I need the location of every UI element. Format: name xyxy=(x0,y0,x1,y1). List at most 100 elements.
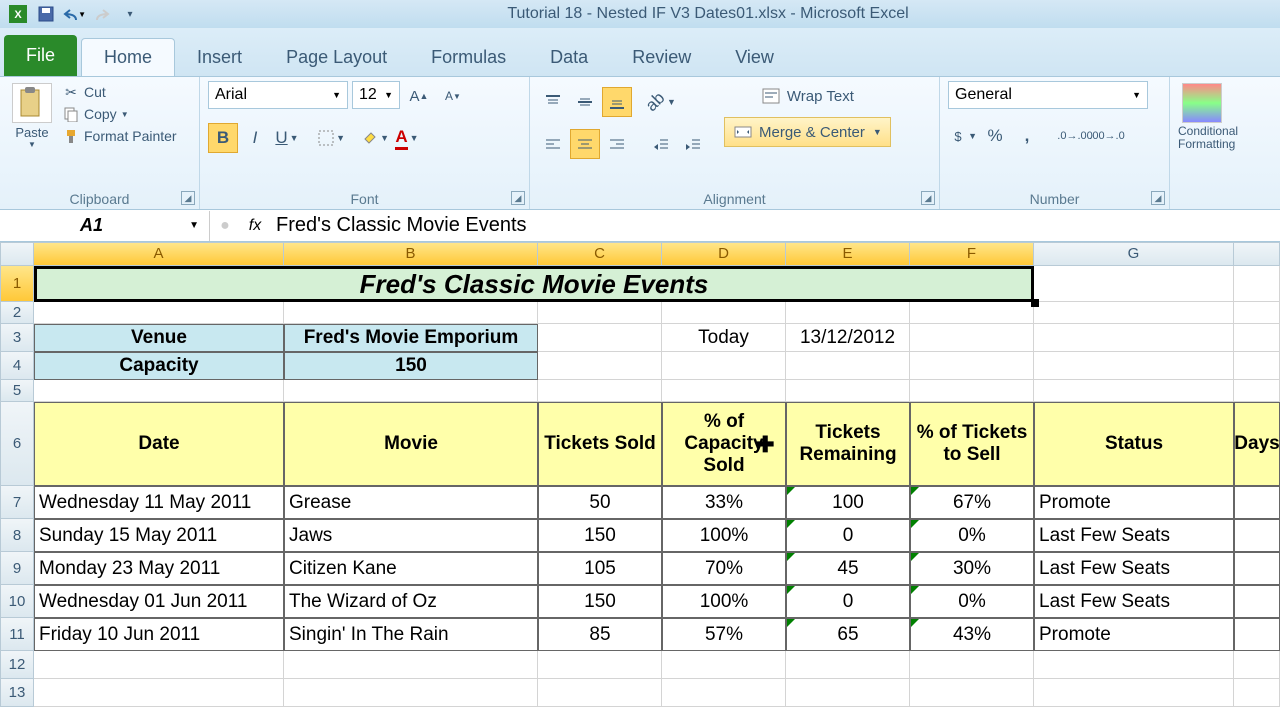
shrink-font-button[interactable]: A▼ xyxy=(438,81,468,111)
row-header-5[interactable]: 5 xyxy=(0,380,34,402)
cell-pct-sell[interactable]: 43% xyxy=(910,618,1034,651)
cell[interactable] xyxy=(1234,266,1280,302)
tab-data[interactable]: Data xyxy=(528,39,610,76)
comma-format-button[interactable]: , xyxy=(1012,121,1042,151)
cell-sold[interactable]: 50 xyxy=(538,486,662,519)
copy-button[interactable]: Copy▼ xyxy=(62,103,177,125)
cell-status[interactable]: Last Few Seats xyxy=(1034,585,1234,618)
align-top-button[interactable] xyxy=(538,87,568,117)
accounting-format-button[interactable]: $▼ xyxy=(948,121,978,151)
header-status[interactable]: Status xyxy=(1034,402,1234,486)
capacity-label[interactable]: Capacity xyxy=(34,352,284,380)
cell-status[interactable]: Promote xyxy=(1034,618,1234,651)
alignment-dialog-launcher[interactable]: ◢ xyxy=(921,191,935,205)
formula-input[interactable]: Fred's Classic Movie Events xyxy=(270,214,527,237)
col-header-a[interactable]: A xyxy=(34,242,284,266)
fill-handle[interactable] xyxy=(1031,299,1039,307)
decrease-indent-button[interactable] xyxy=(646,129,676,159)
cell-movie[interactable]: Singin' In The Rain xyxy=(284,618,538,651)
cell[interactable] xyxy=(1234,486,1280,519)
orientation-button[interactable]: ab▼ xyxy=(646,87,676,117)
tab-file[interactable]: File xyxy=(4,35,77,76)
cell[interactable] xyxy=(1234,585,1280,618)
name-box[interactable]: A1▼ xyxy=(0,211,210,241)
capacity-value[interactable]: 150 xyxy=(284,352,538,380)
qat-customize-icon[interactable]: ▾ xyxy=(118,3,142,25)
cell-remain[interactable]: 0 xyxy=(786,585,910,618)
cell-pct-sell[interactable]: 30% xyxy=(910,552,1034,585)
tab-formulas[interactable]: Formulas xyxy=(409,39,528,76)
align-right-button[interactable] xyxy=(602,129,632,159)
decrease-decimal-button[interactable]: .00→.0 xyxy=(1092,121,1122,151)
tab-insert[interactable]: Insert xyxy=(175,39,264,76)
row-header-10[interactable]: 10 xyxy=(0,585,34,618)
align-center-button[interactable] xyxy=(570,129,600,159)
cell-pct-cap[interactable]: 33% xyxy=(662,486,786,519)
font-name-dropdown[interactable]: Arial▼ xyxy=(208,81,348,109)
cell[interactable] xyxy=(1034,266,1234,302)
percent-format-button[interactable]: % xyxy=(980,121,1010,151)
cell-date[interactable]: Wednesday 11 May 2011 xyxy=(34,486,284,519)
font-color-button[interactable]: A▼ xyxy=(392,123,422,153)
undo-icon[interactable]: ▼ xyxy=(62,3,86,25)
cell[interactable] xyxy=(1234,618,1280,651)
header-date[interactable]: Date xyxy=(34,402,284,486)
cell-movie[interactable]: Grease xyxy=(284,486,538,519)
cell-pct-sell[interactable]: 0% xyxy=(910,585,1034,618)
excel-icon[interactable]: X xyxy=(6,3,30,25)
header-pct-cap[interactable]: % of Capacity Sold xyxy=(662,402,786,486)
row-header-13[interactable]: 13 xyxy=(0,679,34,707)
paste-button[interactable]: Paste ▼ xyxy=(8,81,56,205)
col-header-e[interactable]: E xyxy=(786,242,910,266)
tab-view[interactable]: View xyxy=(713,39,796,76)
tab-page-layout[interactable]: Page Layout xyxy=(264,39,409,76)
cell-status[interactable]: Promote xyxy=(1034,486,1234,519)
increase-indent-button[interactable] xyxy=(678,129,708,159)
cell-sold[interactable]: 150 xyxy=(538,519,662,552)
align-left-button[interactable] xyxy=(538,129,568,159)
cell[interactable] xyxy=(1234,519,1280,552)
title-cell[interactable]: Fred's Classic Movie Events xyxy=(34,266,1034,302)
cell-sold[interactable]: 105 xyxy=(538,552,662,585)
cell-remain[interactable]: 65 xyxy=(786,618,910,651)
tab-home[interactable]: Home xyxy=(81,38,175,76)
cell-date[interactable]: Monday 23 May 2011 xyxy=(34,552,284,585)
cut-button[interactable]: ✂Cut xyxy=(62,81,177,103)
borders-button[interactable]: ▼ xyxy=(316,123,346,153)
clipboard-dialog-launcher[interactable]: ◢ xyxy=(181,191,195,205)
number-dialog-launcher[interactable]: ◢ xyxy=(1151,191,1165,205)
select-all-corner[interactable] xyxy=(0,242,34,266)
cell-pct-cap[interactable]: 100% xyxy=(662,519,786,552)
venue-label[interactable]: Venue xyxy=(34,324,284,352)
cell-status[interactable]: Last Few Seats xyxy=(1034,552,1234,585)
cell-remain[interactable]: 0 xyxy=(786,519,910,552)
format-painter-button[interactable]: Format Painter xyxy=(62,125,177,147)
fill-color-button[interactable]: ▼ xyxy=(360,123,390,153)
cell[interactable] xyxy=(1234,552,1280,585)
cell-pct-sell[interactable]: 0% xyxy=(910,519,1034,552)
font-dialog-launcher[interactable]: ◢ xyxy=(511,191,525,205)
venue-value[interactable]: Fred's Movie Emporium xyxy=(284,324,538,352)
italic-button[interactable]: I xyxy=(240,123,270,153)
row-header-3[interactable]: 3 xyxy=(0,324,34,352)
redo-icon[interactable] xyxy=(90,3,114,25)
cell-movie[interactable]: The Wizard of Oz xyxy=(284,585,538,618)
align-middle-button[interactable] xyxy=(570,87,600,117)
cell-movie[interactable]: Citizen Kane xyxy=(284,552,538,585)
col-header-b[interactable]: B xyxy=(284,242,538,266)
tab-review[interactable]: Review xyxy=(610,39,713,76)
spreadsheet-grid[interactable]: A B C D E F G 1 Fred's Classic Movie Eve… xyxy=(0,242,1280,707)
cell-movie[interactable]: Jaws xyxy=(284,519,538,552)
cell-date[interactable]: Wednesday 01 Jun 2011 xyxy=(34,585,284,618)
cell-pct-cap[interactable]: 100% xyxy=(662,585,786,618)
cell-status[interactable]: Last Few Seats xyxy=(1034,519,1234,552)
col-header-f[interactable]: F xyxy=(910,242,1034,266)
row-header-11[interactable]: 11 xyxy=(0,618,34,651)
row-header-7[interactable]: 7 xyxy=(0,486,34,519)
grow-font-button[interactable]: A▲ xyxy=(404,81,434,111)
font-size-dropdown[interactable]: 12▼ xyxy=(352,81,400,109)
row-header-8[interactable]: 8 xyxy=(0,519,34,552)
header-movie[interactable]: Movie xyxy=(284,402,538,486)
cell-pct-cap[interactable]: 70% xyxy=(662,552,786,585)
row-header-1[interactable]: 1 xyxy=(0,266,34,302)
